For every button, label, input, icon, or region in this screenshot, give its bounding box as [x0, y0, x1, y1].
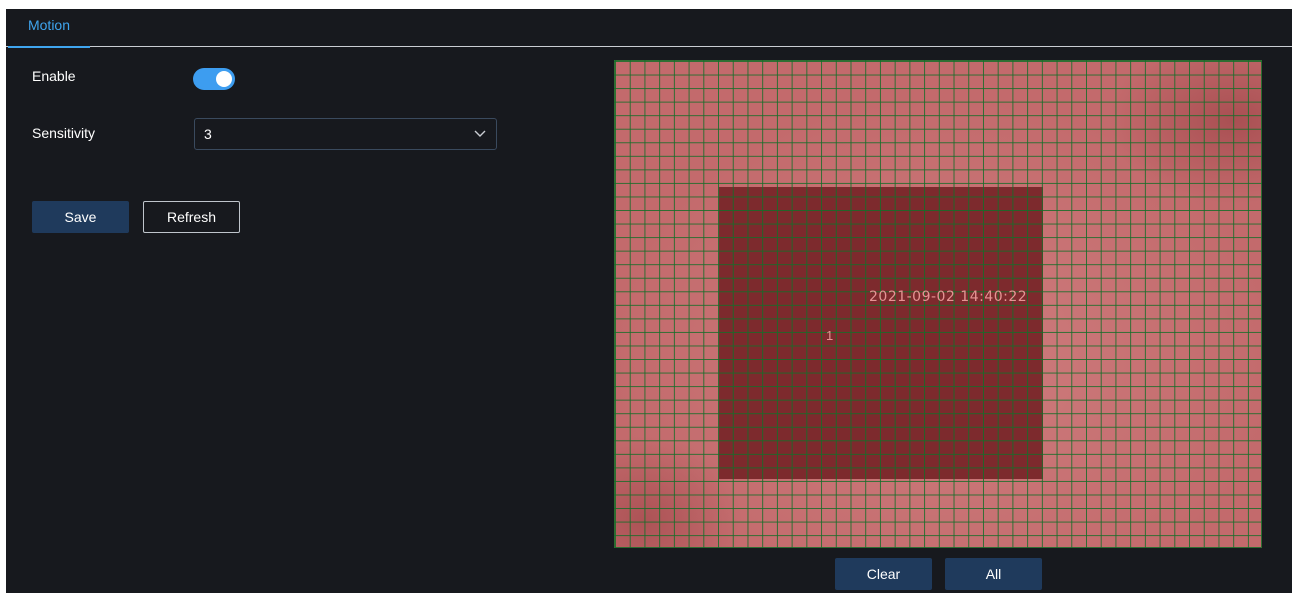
sensitivity-select[interactable]: 3	[194, 118, 497, 150]
chevron-down-icon	[474, 130, 486, 137]
tab-motion-label: Motion	[27, 17, 71, 33]
active-tab-indicator	[8, 46, 90, 48]
motion-detection-grid[interactable]: 2021-09-02 14:40:22 1	[614, 60, 1262, 548]
select-all-button[interactable]: All	[945, 558, 1042, 590]
sensitivity-label: Sensitivity	[32, 125, 96, 141]
save-button[interactable]: Save	[32, 201, 129, 233]
enable-toggle[interactable]	[193, 68, 235, 90]
osd-timestamp: 2021-09-02 14:40:22	[869, 289, 1028, 305]
toggle-knob	[216, 71, 232, 87]
motion-settings-panel: Motion Enable Sensitivity 3 Save Refresh…	[6, 9, 1292, 593]
refresh-button[interactable]: Refresh	[143, 201, 240, 233]
osd-channel-number: 1	[826, 328, 834, 343]
enable-label: Enable	[32, 68, 76, 84]
clear-button[interactable]: Clear	[835, 558, 932, 590]
sensitivity-value: 3	[204, 126, 212, 142]
tab-motion[interactable]: Motion	[8, 9, 90, 48]
tab-bar: Motion	[6, 9, 1292, 48]
